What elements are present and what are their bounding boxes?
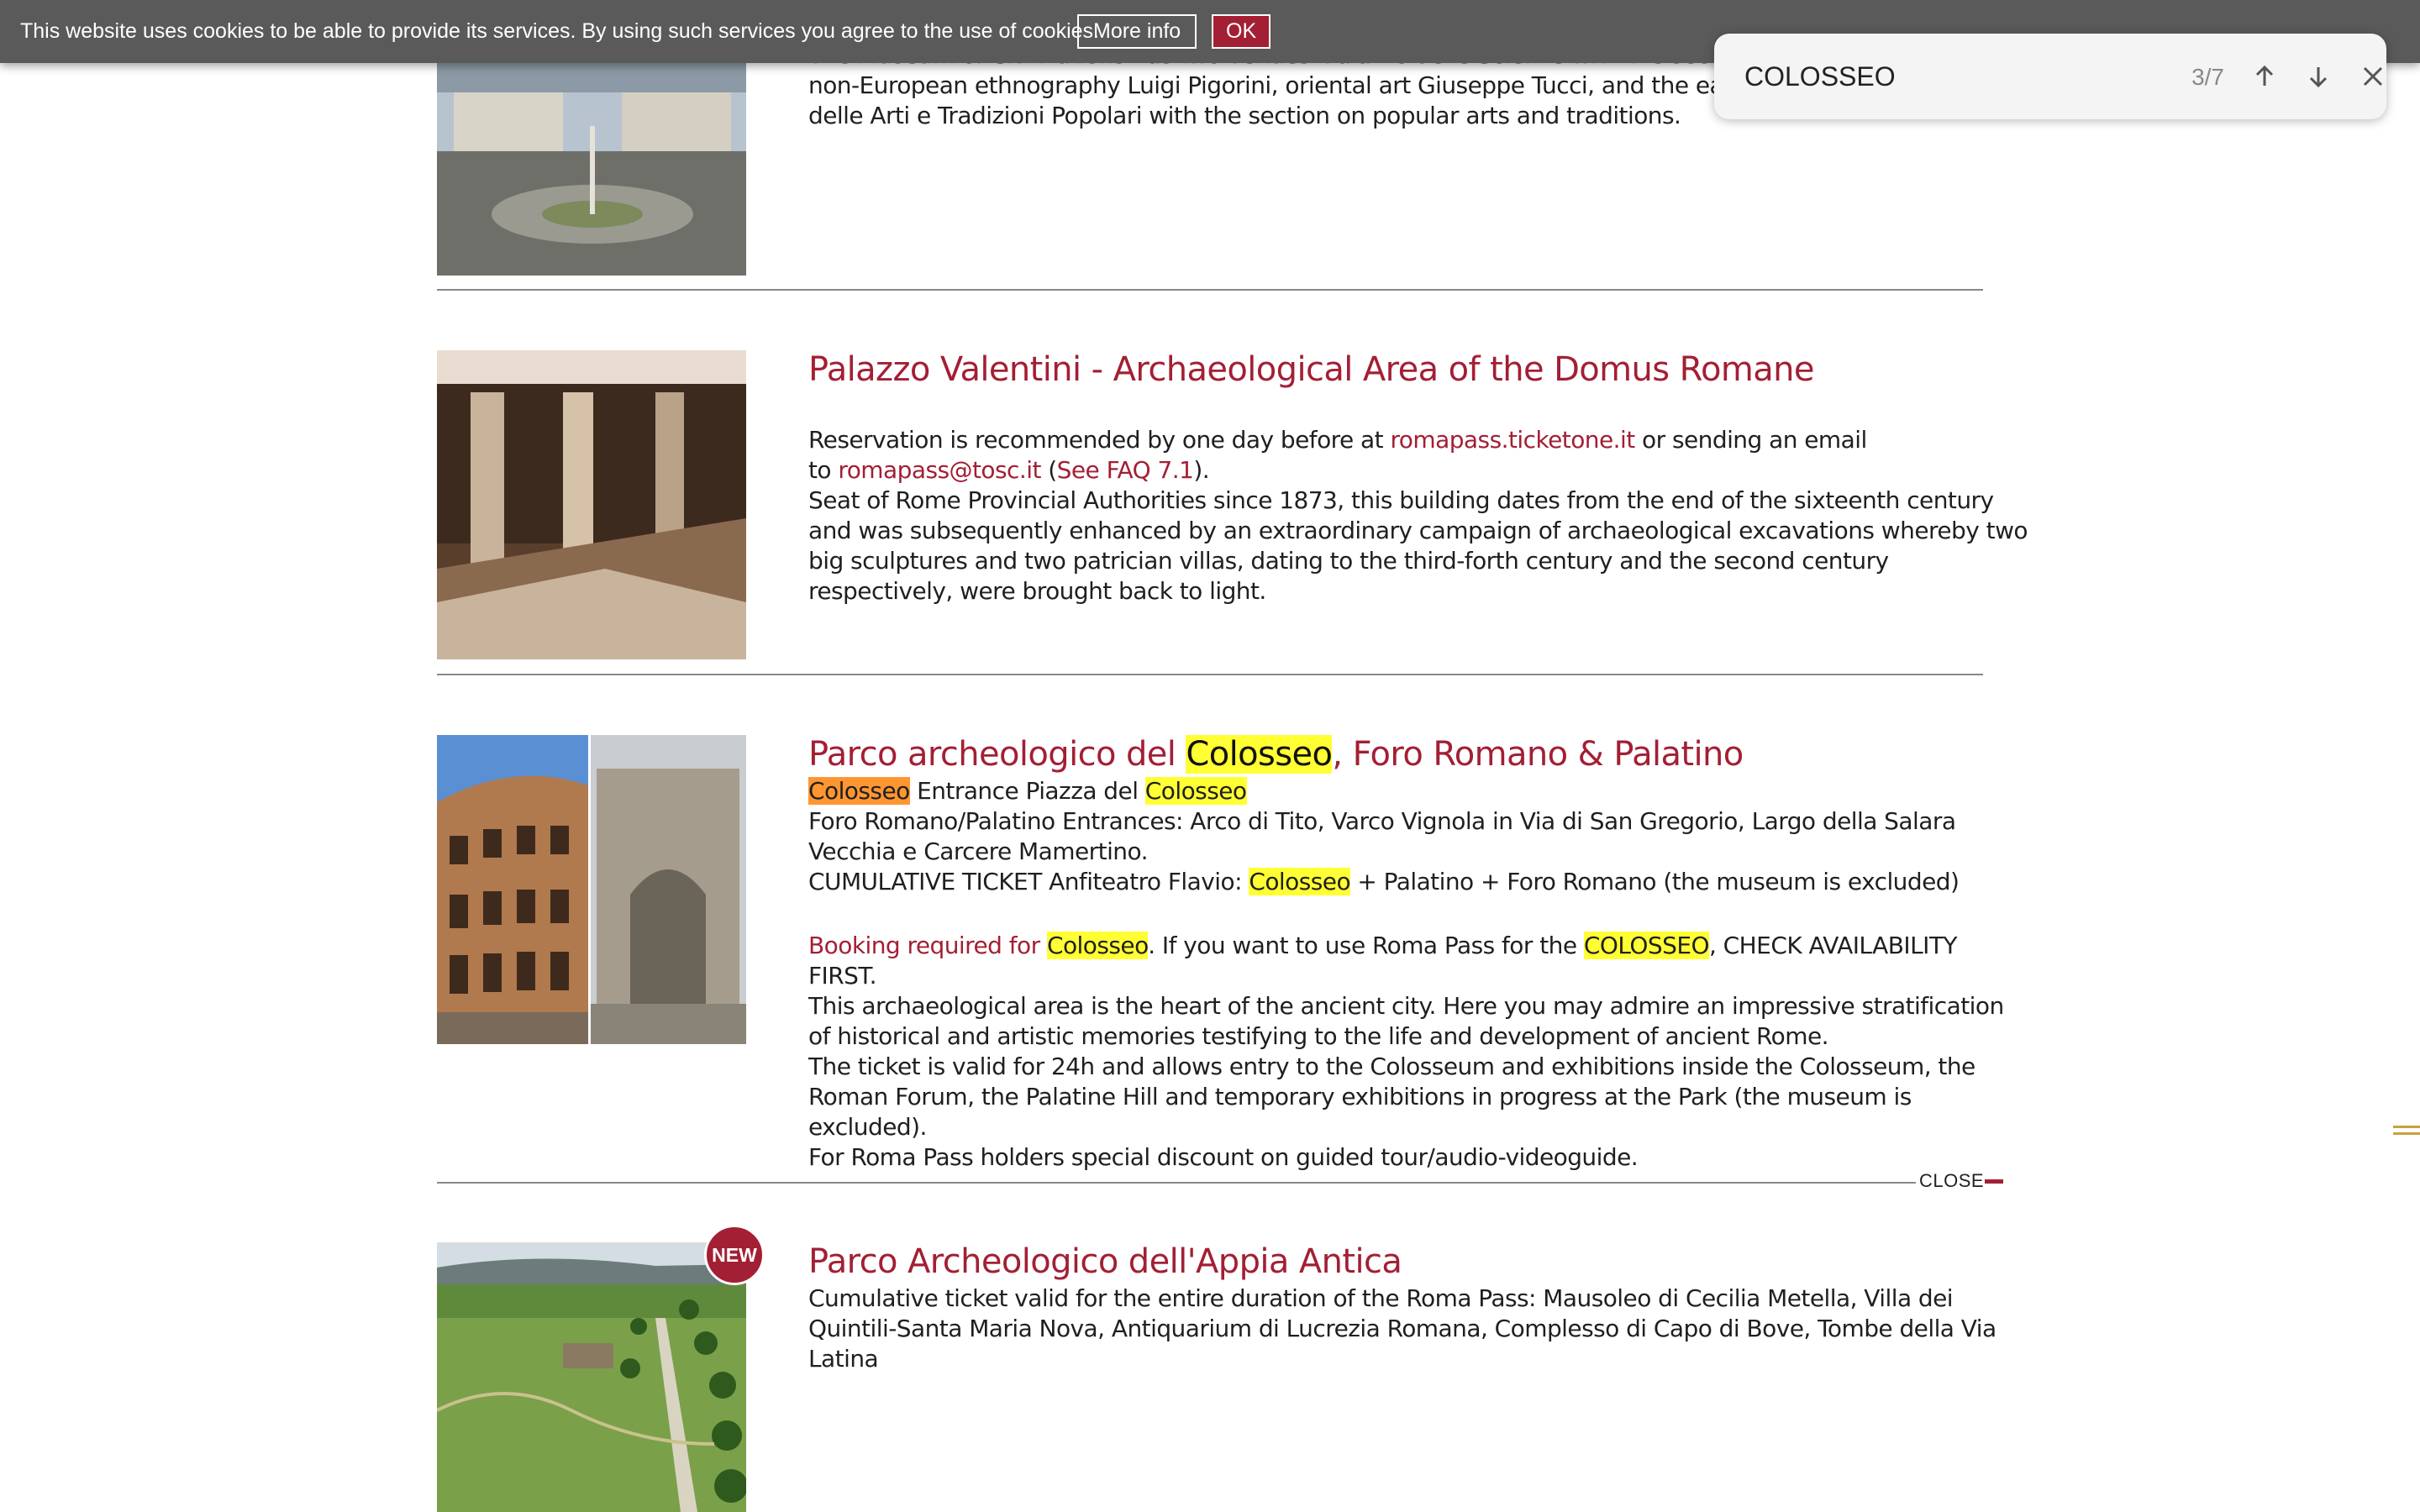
find-match-count: 3/7 bbox=[2191, 64, 2224, 90]
divider bbox=[437, 674, 1983, 675]
search-match: COLOSSEO bbox=[1583, 932, 1710, 959]
appia-antica-title[interactable]: Parco Archeologico dell'Appia Antica bbox=[808, 1240, 1402, 1284]
cookie-message: This website uses cookies to be able to … bbox=[20, 19, 1099, 43]
close-button[interactable]: CLOSE bbox=[1916, 1170, 1985, 1192]
divider bbox=[437, 289, 1983, 291]
find-bar: 3/7 bbox=[1714, 34, 2386, 119]
booking-link[interactable]: Booking required for bbox=[808, 932, 1047, 959]
close-icon[interactable] bbox=[2352, 55, 2394, 97]
search-match: Colosseo bbox=[1144, 777, 1247, 805]
menu-icon[interactable] bbox=[2393, 1126, 2420, 1142]
colosseo-title[interactable]: Parco archeologico del Colosseo, Foro Ro… bbox=[808, 732, 1744, 776]
palazzo-valentini-text: Reservation is recommended by one day be… bbox=[808, 426, 2028, 605]
search-match: Colosseo bbox=[1249, 868, 1351, 895]
colosseo-text: Colosseo Entrance Piazza del Colosseo Fo… bbox=[808, 777, 2004, 1171]
close-dash-icon bbox=[1985, 1179, 2003, 1184]
divider bbox=[437, 1182, 1983, 1184]
find-input[interactable] bbox=[1744, 57, 2165, 96]
appia-antica-thumbnail[interactable] bbox=[437, 1242, 746, 1512]
appia-antica-text: Cumulative ticket valid for the entire d… bbox=[808, 1284, 1996, 1373]
arrow-down-icon[interactable] bbox=[2297, 55, 2339, 97]
ok-button[interactable]: OK bbox=[1212, 14, 1271, 49]
search-match: Colosseo bbox=[1186, 735, 1333, 774]
email-link[interactable]: romapass@tosc.it bbox=[838, 456, 1041, 484]
arrow-up-icon[interactable] bbox=[2244, 55, 2286, 97]
faq-link[interactable]: See FAQ 7.1 bbox=[1057, 456, 1194, 484]
more-info-button[interactable]: More info bbox=[1077, 14, 1197, 49]
search-match: Colosseo bbox=[1046, 932, 1149, 959]
palazzo-valentini-title[interactable]: Palazzo Valentini - Archaeological Area … bbox=[808, 348, 1815, 391]
palazzo-valentini-thumbnail[interactable] bbox=[437, 350, 746, 659]
new-badge: NEW bbox=[704, 1225, 765, 1285]
ticketone-link[interactable]: romapass.ticketone.it bbox=[1390, 426, 1635, 454]
colosseo-thumbnail[interactable] bbox=[437, 735, 746, 1044]
search-match-current: Colosseo bbox=[808, 777, 910, 805]
